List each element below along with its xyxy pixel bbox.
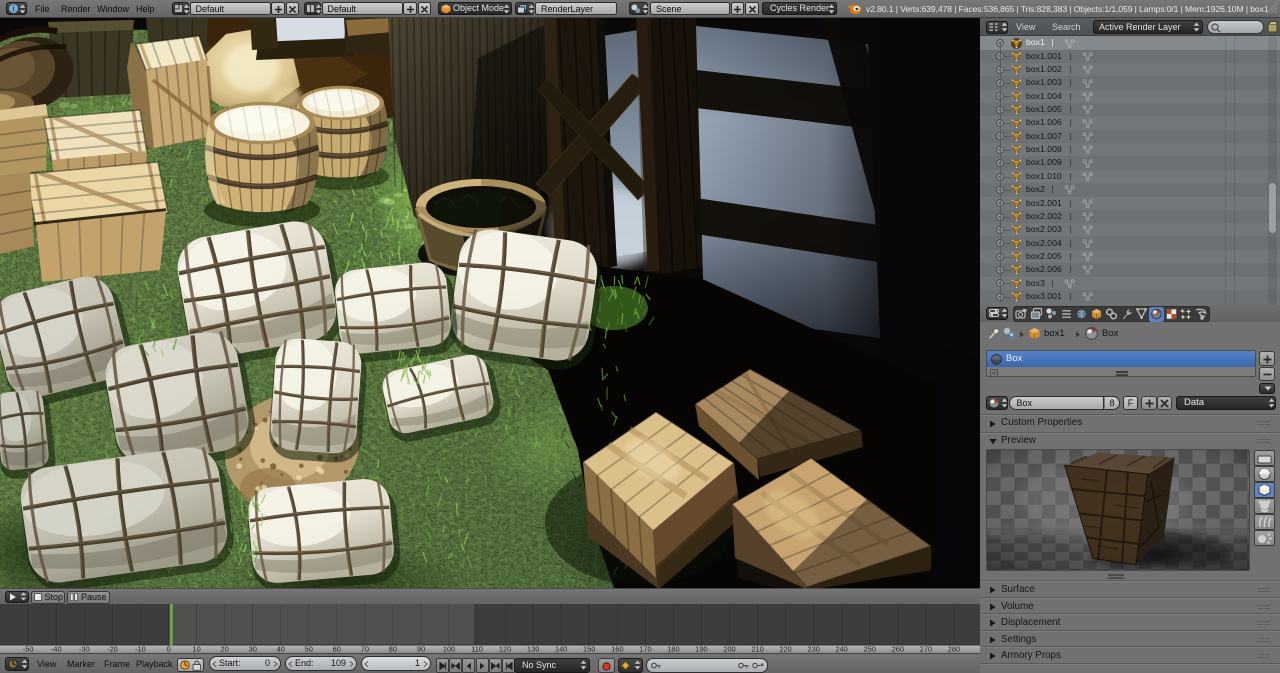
svg-text:70: 70 — [361, 645, 369, 653]
svg-text:-20: -20 — [107, 645, 118, 653]
svg-text:280: 280 — [948, 645, 960, 653]
svg-text:40: 40 — [277, 645, 285, 653]
svg-text:20: 20 — [220, 645, 228, 653]
svg-text:270: 270 — [920, 645, 932, 653]
svg-text:i: i — [13, 4, 15, 13]
svg-text:240: 240 — [836, 645, 848, 653]
svg-text:10: 10 — [192, 645, 200, 653]
svg-text:180: 180 — [667, 645, 679, 653]
svg-text:-40: -40 — [51, 645, 62, 653]
svg-text:130: 130 — [527, 645, 539, 653]
svg-text:80: 80 — [389, 645, 397, 653]
svg-text:170: 170 — [639, 645, 651, 653]
svg-text:220: 220 — [779, 645, 791, 653]
svg-text:50: 50 — [305, 645, 313, 653]
svg-text:260: 260 — [892, 645, 904, 653]
svg-text:210: 210 — [751, 645, 763, 653]
svg-text:0: 0 — [166, 645, 170, 653]
svg-text:200: 200 — [723, 645, 735, 653]
svg-text:30: 30 — [249, 645, 257, 653]
svg-text:-30: -30 — [79, 645, 90, 653]
svg-text:90: 90 — [417, 645, 425, 653]
svg-text:150: 150 — [583, 645, 595, 653]
svg-text:190: 190 — [695, 645, 707, 653]
svg-text:160: 160 — [611, 645, 623, 653]
svg-text:120: 120 — [499, 645, 511, 653]
svg-text:100: 100 — [443, 645, 455, 653]
svg-text:60: 60 — [333, 645, 341, 653]
svg-text:-10: -10 — [135, 645, 146, 653]
svg-text:110: 110 — [471, 645, 483, 653]
svg-text:-50: -50 — [23, 645, 34, 653]
svg-text:140: 140 — [555, 645, 567, 653]
svg-text:230: 230 — [808, 645, 820, 653]
svg-text:250: 250 — [864, 645, 876, 653]
